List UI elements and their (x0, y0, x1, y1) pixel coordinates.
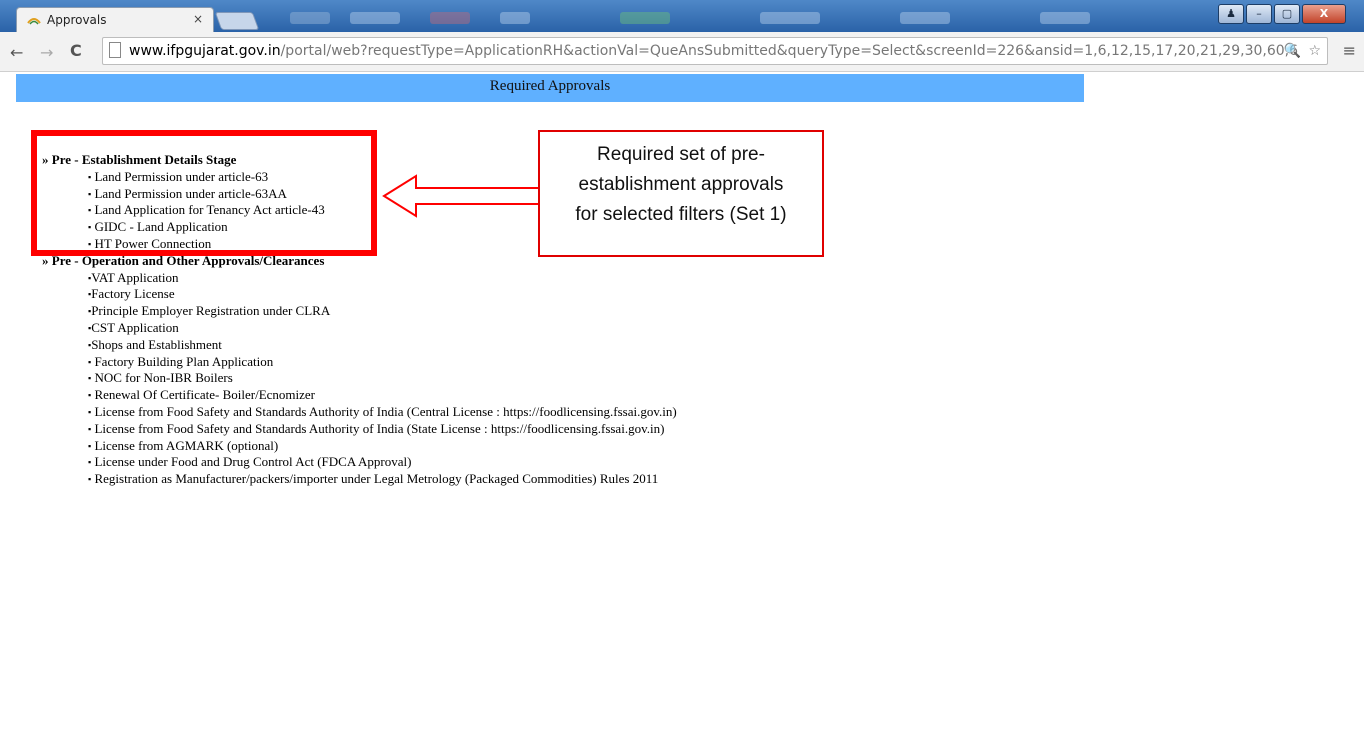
list-item: ▪ NOC for Non-IBR Boilers (88, 370, 233, 386)
maximize-button[interactable]: ▢ (1274, 4, 1300, 24)
minimize-button[interactable]: – (1246, 4, 1272, 24)
list-item: ▪Principle Employer Registration under C… (88, 303, 331, 319)
taskbar-blur (350, 12, 400, 24)
page-title: Required Approvals (16, 74, 1084, 102)
window-controls: ♟ – ▢ X (1218, 4, 1346, 24)
callout-line: for selected filters (Set 1) (575, 204, 787, 225)
browser-tab[interactable]: Approvals × (16, 7, 214, 33)
back-arrow-icon[interactable]: ← (10, 43, 23, 62)
list-item: ▪ License from Food Safety and Standards… (88, 420, 665, 436)
menu-icon[interactable]: ≡ (1343, 41, 1356, 60)
list-item: ▪Factory License (88, 286, 175, 302)
taskbar-blur (500, 12, 530, 24)
list-item: ▪ Factory Building Plan Application (88, 353, 274, 369)
list-item: ▪ License from AGMARK (optional) (88, 437, 279, 453)
list-item: ▪ License under Food and Drug Control Ac… (88, 454, 412, 470)
zoom-icon[interactable]: 🔍 (1284, 38, 1301, 64)
browser-title-bar: Approvals × ♟ – ▢ X (0, 0, 1364, 33)
taskbar-blur (430, 12, 470, 24)
arrow-left-icon (382, 174, 541, 218)
highlight-box (31, 130, 377, 256)
tab-title: Approvals (47, 13, 107, 27)
close-window-button[interactable]: X (1302, 4, 1346, 24)
new-tab-button[interactable] (214, 12, 260, 30)
user-icon[interactable]: ♟ (1218, 4, 1244, 24)
taskbar-blur (760, 12, 820, 24)
taskbar-blur (1040, 12, 1090, 24)
tab-close-icon[interactable]: × (193, 12, 203, 26)
callout-line: Required set of pre- (597, 144, 765, 165)
bookmark-star-icon[interactable]: ☆ (1308, 38, 1321, 64)
address-bar[interactable]: www.ifpgujarat.gov.in/portal/web?request… (102, 37, 1328, 65)
taskbar-blur (290, 12, 330, 24)
callout-line: establishment approvals (578, 174, 784, 195)
site-logo-icon (27, 18, 41, 25)
forward-arrow-icon[interactable]: → (40, 43, 53, 62)
browser-toolbar: ← → C www.ifpgujarat.gov.in/portal/web?r… (0, 32, 1364, 72)
callout-box: Required set of pre- establishment appro… (538, 130, 824, 257)
url-text: www.ifpgujarat.gov.in/portal/web?request… (129, 43, 1298, 59)
list-item: ▪ License from Food Safety and Standards… (88, 403, 677, 419)
list-item: ▪Shops and Establishment (88, 336, 222, 352)
list-item: ▪CST Application (88, 319, 179, 335)
taskbar-blur (620, 12, 670, 24)
reload-icon[interactable]: C (70, 41, 82, 60)
list-item: ▪ Registration as Manufacturer/packers/i… (88, 471, 659, 487)
list-item: ▪ Renewal Of Certificate- Boiler/Ecnomiz… (88, 387, 315, 403)
taskbar-blur (900, 12, 950, 24)
page-icon (109, 42, 121, 58)
list-item: ▪VAT Application (88, 269, 179, 285)
